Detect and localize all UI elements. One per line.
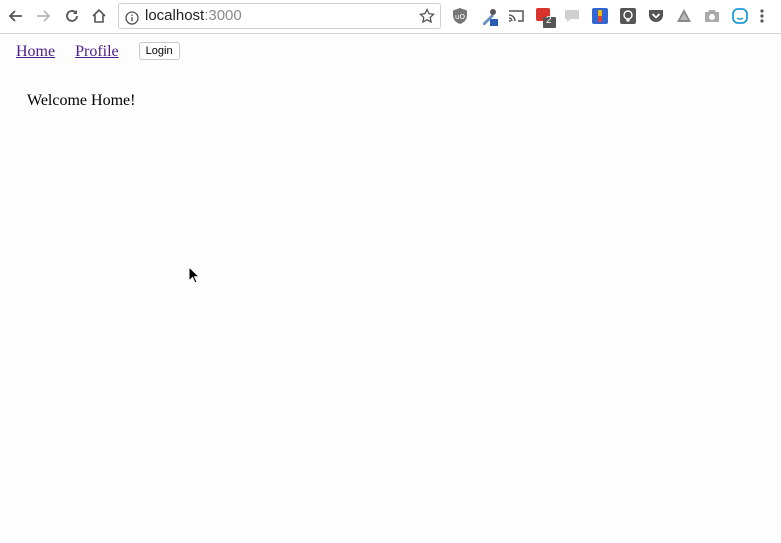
- url-text[interactable]: localhost:3000: [145, 4, 242, 28]
- star-icon[interactable]: [418, 7, 436, 32]
- smiley-icon[interactable]: [731, 7, 749, 25]
- extension-badge-count: 2: [546, 15, 552, 26]
- back-icon[interactable]: [5, 5, 27, 27]
- top-nav: Home Profile Login: [16, 42, 180, 62]
- page-content: Home Profile Login Welcome Home!: [0, 35, 781, 543]
- nav-link-profile[interactable]: Profile: [75, 43, 119, 60]
- ublock-icon[interactable]: uO: [451, 7, 469, 25]
- reload-icon[interactable]: [61, 5, 83, 27]
- browser-toolbar: localhost:3000 uO 2: [0, 0, 781, 34]
- info-icon[interactable]: [125, 9, 139, 33]
- cast-icon[interactable]: [507, 7, 525, 25]
- more-icon[interactable]: [759, 7, 771, 25]
- ruler-icon[interactable]: [591, 7, 609, 25]
- nav-link-home[interactable]: Home: [16, 43, 55, 60]
- pocket-icon[interactable]: [647, 7, 665, 25]
- svg-text:uO: uO: [455, 13, 465, 21]
- lightbulb-icon[interactable]: [619, 7, 637, 25]
- home-icon[interactable]: [88, 5, 110, 27]
- triangle-icon[interactable]: [675, 7, 693, 25]
- eyedropper-icon[interactable]: [479, 7, 498, 26]
- mouse-cursor-icon: [188, 265, 201, 289]
- url-port: :3000: [204, 7, 242, 24]
- camera-icon[interactable]: [703, 7, 721, 25]
- speech-bubble-icon[interactable]: [563, 7, 581, 25]
- address-bar[interactable]: localhost:3000: [118, 3, 441, 29]
- welcome-message: Welcome Home!: [27, 92, 136, 109]
- extension-badge-icon[interactable]: 2: [535, 7, 556, 28]
- forward-icon[interactable]: [32, 5, 54, 27]
- url-host: localhost: [145, 7, 205, 24]
- login-button[interactable]: Login: [138, 42, 180, 60]
